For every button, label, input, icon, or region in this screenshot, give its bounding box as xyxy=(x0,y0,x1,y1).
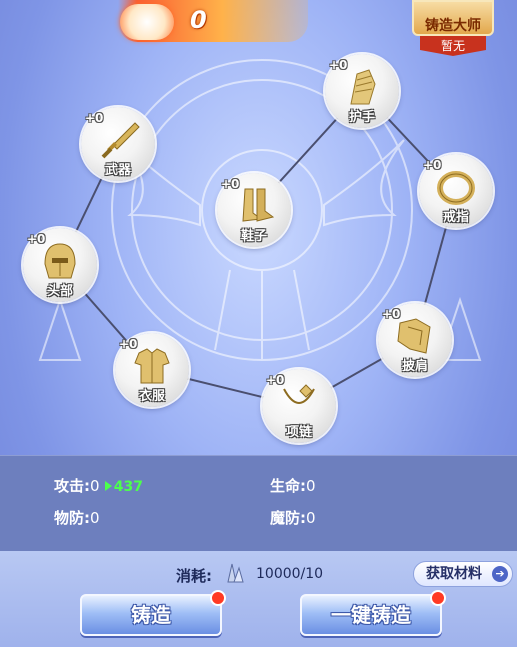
master-status: 暂无 xyxy=(420,36,486,56)
stat-label: 魔防: xyxy=(270,509,306,527)
slot-name: 鞋子 xyxy=(240,229,267,244)
attack-bonus: 437 xyxy=(104,479,144,495)
slot-name: 披肩 xyxy=(401,359,428,374)
notification-dot xyxy=(210,590,226,606)
stat-value: 0 xyxy=(306,509,316,527)
slot-name: 护手 xyxy=(348,110,375,125)
master-title: 铸造大师 xyxy=(425,18,481,34)
stat-magic-def: 魔防:0 xyxy=(270,507,316,528)
slot-name: 头部 xyxy=(46,284,73,299)
equip-slot-armor[interactable]: +0 衣服 xyxy=(115,333,189,407)
equip-slot-shoes[interactable]: +0 鞋子 xyxy=(217,173,291,247)
stat-attack: 攻击:0 437 xyxy=(54,475,143,496)
slot-name: 项链 xyxy=(285,425,312,440)
boots-icon xyxy=(242,188,275,222)
forge-screen: 0 铸造大师 暂无 +0 武器 +0 护手 +0 鞋子 +0 戒指 +0 头部 … xyxy=(0,0,517,647)
get-material-label: 获取材料 xyxy=(426,566,482,582)
bonus-value: 437 xyxy=(113,479,144,495)
forge-master-badge[interactable]: 铸造大师 暂无 xyxy=(412,0,494,58)
ring-icon xyxy=(437,171,475,205)
gauntlet-icon xyxy=(350,69,376,105)
increase-arrow-icon xyxy=(104,481,112,491)
slot-name: 武器 xyxy=(104,163,131,178)
stat-phys-def: 物防:0 xyxy=(54,507,100,528)
chevron-right-icon: ➔ xyxy=(492,566,508,582)
cost-value: 10000/10 xyxy=(256,566,324,582)
slot-name: 衣服 xyxy=(138,389,165,404)
stat-hp: 生命:0 xyxy=(270,475,316,496)
stat-value: 0 xyxy=(306,477,316,495)
stat-label: 攻击: xyxy=(54,477,90,495)
equip-slot-weapon[interactable]: +0 武器 xyxy=(81,107,155,181)
equip-slot-cloak[interactable]: +0 披肩 xyxy=(378,303,452,377)
crystal-material-icon xyxy=(227,563,244,583)
shoulder-cape-icon xyxy=(397,318,431,354)
slot-name: 戒指 xyxy=(442,210,469,225)
sword-icon xyxy=(101,122,140,159)
helmet-icon xyxy=(44,243,76,279)
rabbit-emblem-icon xyxy=(120,4,174,40)
notification-dot xyxy=(430,590,446,606)
equip-slot-helmet[interactable]: +0 头部 xyxy=(23,228,97,302)
equip-slot-gloves[interactable]: +0 护手 xyxy=(325,54,399,128)
cost-label: 消耗: xyxy=(176,567,212,585)
equip-slot-necklace[interactable]: +0 项链 xyxy=(262,369,336,443)
stat-value: 0 xyxy=(90,477,100,495)
stat-label: 生命: xyxy=(270,477,306,495)
auto-forge-button[interactable]: 一键铸造 xyxy=(300,590,446,636)
stats-panel xyxy=(0,455,517,552)
stat-label: 物防: xyxy=(54,509,90,527)
auto-forge-button-label: 一键铸造 xyxy=(331,603,411,627)
stat-value: 0 xyxy=(90,509,100,527)
get-material-button[interactable]: 获取材料 ➔ xyxy=(413,561,513,587)
forge-button[interactable]: 铸造 xyxy=(80,590,226,636)
necklace-icon xyxy=(283,384,315,404)
armor-icon xyxy=(134,348,170,384)
forge-power-value: 0 xyxy=(190,6,207,34)
equip-slot-ring[interactable]: +0 戒指 xyxy=(419,154,493,228)
forge-button-label: 铸造 xyxy=(131,603,171,627)
